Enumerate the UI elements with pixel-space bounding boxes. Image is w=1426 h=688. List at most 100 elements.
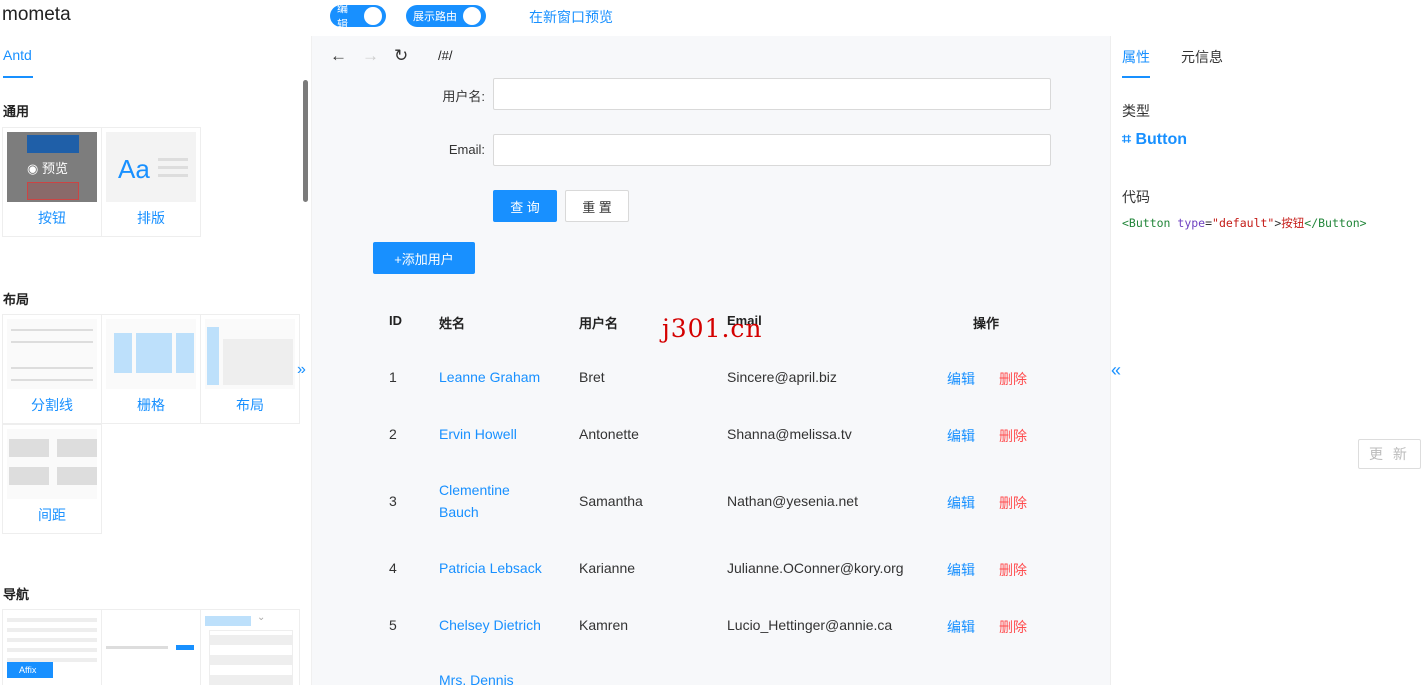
username-input[interactable] bbox=[493, 78, 1051, 110]
cell-email: Lucio_Hettinger@annie.ca bbox=[727, 617, 893, 633]
delete-action[interactable]: 删除 bbox=[999, 493, 1027, 513]
section-title-layout: 布局 bbox=[3, 292, 30, 307]
component-card-space[interactable]: 间距 bbox=[2, 424, 102, 534]
affix-thumb-label: Affix bbox=[7, 662, 53, 678]
cell-name-link-line2[interactable]: Bauch bbox=[439, 504, 479, 520]
column-header-name: 姓名 bbox=[439, 316, 466, 331]
component-card-layout[interactable]: 布局 bbox=[200, 314, 300, 424]
toggle-knob bbox=[364, 7, 382, 25]
route-toggle-label: 展示路由 bbox=[413, 11, 457, 23]
back-arrow-icon[interactable]: ← bbox=[330, 46, 347, 66]
component-name: 栅格 bbox=[137, 397, 165, 413]
chevron-down-icon: ⌄ bbox=[257, 612, 266, 623]
tab-underline bbox=[3, 76, 33, 78]
watermark: j301.cn bbox=[662, 314, 763, 343]
forward-arrow-icon[interactable]: → bbox=[362, 46, 379, 66]
component-card-breadcrumb[interactable] bbox=[101, 609, 201, 685]
cell-name-link[interactable]: Chelsey Dietrich bbox=[439, 617, 541, 633]
component-name: 按钮 bbox=[38, 210, 66, 226]
component-name: 分割线 bbox=[31, 397, 73, 413]
cell-name-link[interactable]: Ervin Howell bbox=[439, 426, 517, 442]
email-input[interactable] bbox=[493, 134, 1051, 166]
canvas-preview: ← → ↻ /#/ 用户名: Email: 查 询 重 置 +添加用户 ID 姓… bbox=[312, 36, 1112, 688]
tab-properties[interactable]: 属性 bbox=[1122, 47, 1150, 67]
app-title: mometa bbox=[2, 4, 71, 25]
delete-action[interactable]: 删除 bbox=[999, 560, 1027, 580]
delete-action[interactable]: 删除 bbox=[999, 369, 1027, 389]
cell-email: Shanna@melissa.tv bbox=[727, 426, 852, 442]
space-thumbnail bbox=[7, 429, 97, 499]
collapse-right-icon[interactable]: « bbox=[1111, 360, 1121, 381]
code-label: 代码 bbox=[1122, 189, 1150, 205]
route-path: /#/ bbox=[438, 48, 453, 63]
divider-thumbnail bbox=[7, 319, 97, 389]
cell-email: Sincere@april.biz bbox=[727, 369, 837, 385]
component-card-dropdown[interactable]: ⌄ bbox=[200, 609, 300, 685]
reset-button[interactable]: 重 置 bbox=[565, 190, 629, 222]
cell-id: 2 bbox=[389, 426, 397, 442]
cell-username: Karianne bbox=[579, 560, 636, 576]
edit-action[interactable]: 编辑 bbox=[947, 560, 975, 580]
cell-name-link[interactable]: Patricia Lebsack bbox=[439, 560, 542, 576]
cell-name-link[interactable]: Mrs. Dennis bbox=[439, 672, 514, 688]
cell-id: 5 bbox=[389, 617, 397, 633]
component-name: 间距 bbox=[38, 507, 66, 523]
open-preview-link[interactable]: 在新窗口预览 bbox=[529, 7, 613, 27]
username-label: 用户名: bbox=[442, 89, 485, 104]
cell-id: 3 bbox=[389, 493, 397, 509]
update-button[interactable]: 更 新 bbox=[1358, 439, 1421, 469]
search-button[interactable]: 查 询 bbox=[493, 190, 557, 222]
section-title-navigation: 导航 bbox=[3, 587, 30, 602]
component-name: 布局 bbox=[236, 397, 264, 413]
column-header-actions: 操作 bbox=[973, 316, 1000, 331]
section-title-general: 通用 bbox=[3, 104, 30, 119]
button-thumbnail: ◉ 预览 bbox=[7, 132, 97, 202]
edit-action[interactable]: 编辑 bbox=[947, 369, 975, 389]
cell-name-link[interactable]: Clementine bbox=[439, 482, 510, 498]
cell-id: 1 bbox=[389, 369, 397, 385]
cell-email: Nathan@yesenia.net bbox=[727, 493, 858, 509]
eye-icon: ◉ bbox=[27, 161, 39, 176]
toggle-knob bbox=[463, 7, 481, 25]
cell-username: Kamren bbox=[579, 617, 629, 633]
show-route-toggle[interactable]: 展示路由 bbox=[406, 5, 486, 27]
component-card-button[interactable]: ◉ 预览 按钮 bbox=[2, 127, 102, 237]
component-library-panel: Antd 通用 ◉ 预览 按钮 Aa 排版 布局 分割线 栅格 布局 间距 导航… bbox=[0, 36, 312, 685]
component-card-grid[interactable]: 栅格 bbox=[101, 314, 201, 424]
cell-username: Bret bbox=[579, 369, 605, 385]
tab-meta-info[interactable]: 元信息 bbox=[1181, 47, 1223, 67]
left-panel-scrollbar[interactable] bbox=[303, 80, 308, 202]
typography-thumbnail: Aa bbox=[106, 132, 196, 202]
edit-action[interactable]: 编辑 bbox=[947, 426, 975, 446]
tab-antd[interactable]: Antd bbox=[3, 47, 32, 63]
component-card-divider[interactable]: 分割线 bbox=[2, 314, 102, 424]
refresh-icon[interactable]: ↻ bbox=[394, 46, 408, 66]
component-card-affix[interactable]: Affix bbox=[2, 609, 102, 685]
hover-preview-label[interactable]: 预览 bbox=[42, 161, 68, 176]
tab-underline bbox=[1122, 76, 1150, 78]
cell-name-link[interactable]: Leanne Graham bbox=[439, 369, 540, 385]
component-name: 排版 bbox=[137, 210, 165, 226]
collapse-left-icon[interactable]: » bbox=[297, 361, 306, 379]
cell-username: Samantha bbox=[579, 493, 643, 509]
thumb-primary-button bbox=[27, 135, 79, 153]
cell-email: Julianne.OConner@kory.org bbox=[727, 560, 904, 576]
edit-toggle-label: 编辑 bbox=[337, 3, 348, 31]
type-label: 类型 bbox=[1122, 103, 1150, 119]
column-header-id: ID bbox=[389, 313, 402, 328]
add-user-button[interactable]: +添加用户 bbox=[373, 242, 475, 274]
cell-username: Antonette bbox=[579, 426, 639, 442]
delete-action[interactable]: 删除 bbox=[999, 426, 1027, 446]
edit-mode-toggle[interactable]: 编辑 bbox=[330, 3, 386, 31]
code-snippet: <Button type="default">按钮</Button> bbox=[1122, 216, 1367, 230]
column-header-username: 用户名 bbox=[579, 316, 619, 331]
edit-action[interactable]: 编辑 bbox=[947, 617, 975, 637]
edit-action[interactable]: 编辑 bbox=[947, 493, 975, 513]
email-label: Email: bbox=[448, 142, 485, 157]
typography-thumb-text: Aa bbox=[118, 154, 150, 184]
component-card-typography[interactable]: Aa 排版 bbox=[101, 127, 201, 237]
thumb-danger-button bbox=[27, 182, 79, 200]
layout-thumbnail bbox=[205, 319, 295, 389]
delete-action[interactable]: 删除 bbox=[999, 617, 1027, 637]
component-type-value: ⌗ Button bbox=[1122, 131, 1187, 148]
